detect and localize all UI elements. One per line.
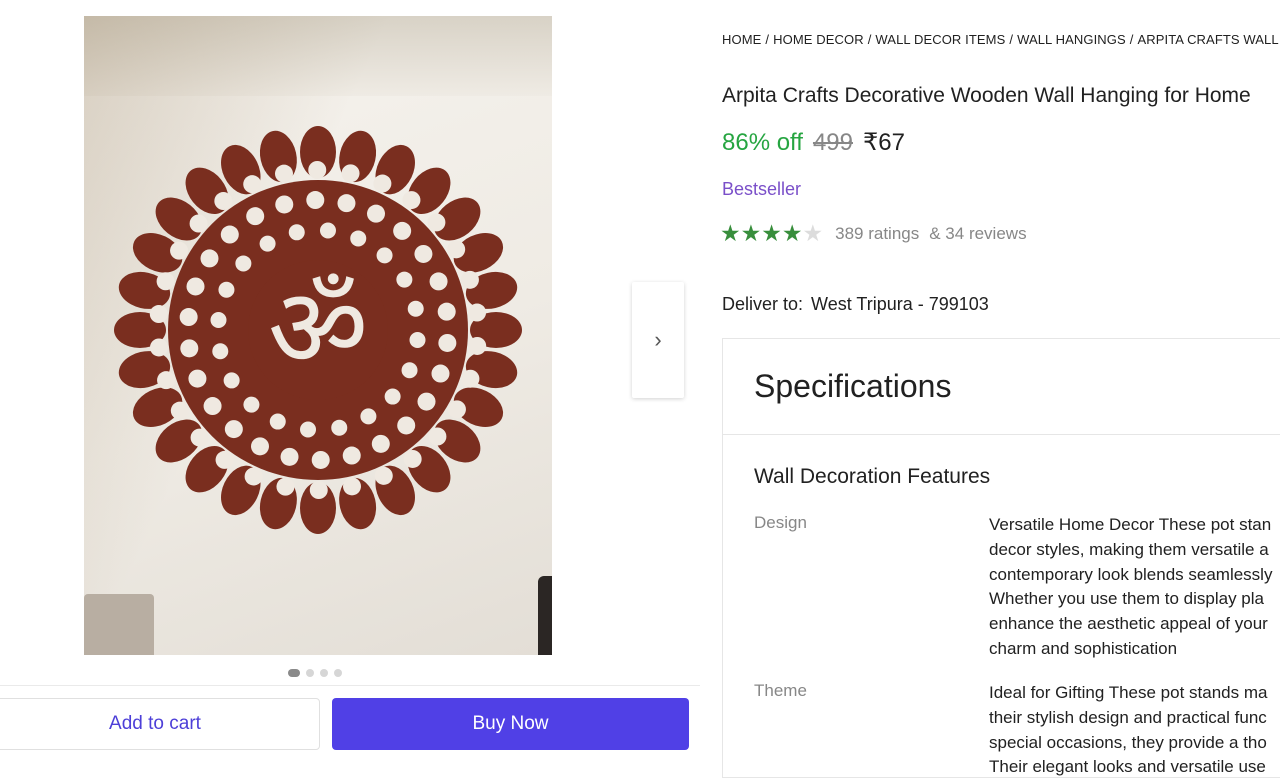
star-icon: ★ [720, 220, 741, 246]
star-icon: ★ [740, 220, 762, 246]
chevron-right-icon: › [654, 327, 662, 352]
dark-furniture [538, 576, 552, 655]
pagination-dot[interactable] [306, 669, 314, 677]
spec-line: decor styles, making them versatile a [989, 539, 1269, 559]
pagination-dot[interactable] [320, 669, 328, 677]
spec-group-title: Wall Decoration Features [754, 465, 991, 488]
spec-line: enhance the aesthetic appeal of your [989, 614, 1268, 634]
specifications-card: Specifications Wall Decoration Features … [722, 338, 1280, 778]
spec-line: charm and sophistication [989, 638, 1178, 658]
star-empty-icon: ★ [802, 220, 824, 246]
spec-line: their stylish design and practical func [989, 707, 1267, 727]
spec-line: Whether you use them to display pla [989, 589, 1264, 609]
delivery-label: Deliver to: [722, 294, 804, 314]
pagination-dot[interactable] [288, 669, 300, 677]
breadcrumb-item[interactable]: WALL DECOR ITEMS [875, 32, 1005, 47]
spec-line: Versatile Home Decor These pot stan [989, 515, 1272, 534]
buy-now-button[interactable]: Buy Now [332, 698, 689, 750]
pagination-dot[interactable] [334, 669, 342, 677]
original-price: 499 [812, 129, 853, 156]
breadcrumb-item[interactable]: ARPITA CRAFTS WALL [1137, 32, 1278, 47]
breadcrumb-item[interactable]: HOME DECOR [773, 32, 864, 47]
breadcrumb-item[interactable]: WALL HANGINGS [1017, 32, 1126, 47]
star-icon: ★ [761, 220, 782, 246]
rating-row[interactable]: ★ ★ ★ ★ ★ 389 ratings & 34 reviews [720, 222, 1027, 245]
rating-stars: ★ ★ ★ ★ ★ [720, 222, 823, 245]
discount-percent: 86% off [722, 129, 803, 156]
selling-price: ₹67 [863, 129, 905, 156]
spec-value-design: Versatile Home Decor These pot stan deco… [989, 513, 1280, 662]
spec-value-theme: Ideal for Gifting These pot stands ma th… [989, 681, 1280, 780]
product-image[interactable]: ॐ [84, 16, 552, 655]
svg-text:ॐ: ॐ [268, 264, 368, 392]
spec-line: contemporary look blends seamlessly [989, 564, 1273, 584]
spec-line: Their elegant looks and versatile use [989, 757, 1266, 777]
om-wall-hanging-art: ॐ [114, 126, 522, 534]
next-image-button[interactable]: › [632, 282, 684, 398]
spec-label-theme: Theme [754, 681, 807, 700]
product-title: Arpita Crafts Decorative Wooden Wall Han… [722, 84, 1251, 107]
chair-back [84, 594, 154, 655]
spec-label-design: Design [754, 513, 807, 532]
image-pagination-dots [288, 669, 342, 677]
delivery-location[interactable]: Deliver to: West Tripura - 799103 [722, 294, 989, 315]
reviews-count[interactable]: & 34 reviews [929, 224, 1026, 244]
spec-line: special occasions, they provide a tho [989, 732, 1267, 752]
breadcrumb: HOME / HOME DECOR / WALL DECOR ITEMS / WALL HA… [722, 32, 1279, 47]
price-row: 86% off 499 ₹67 [722, 128, 905, 157]
ratings-count[interactable]: 389 ratings [835, 224, 919, 244]
breadcrumb-item[interactable]: HOME [722, 32, 761, 47]
delivery-address: West Tripura - 799103 [811, 294, 989, 314]
add-to-cart-button[interactable]: Add to cart [0, 698, 320, 750]
action-bar: Add to cart Buy Now [0, 685, 700, 768]
bestseller-badge: Bestseller [722, 179, 802, 199]
specifications-heading: Specifications [723, 339, 1280, 435]
star-icon: ★ [781, 220, 803, 246]
spec-line: Ideal for Gifting These pot stands ma [989, 683, 1268, 702]
